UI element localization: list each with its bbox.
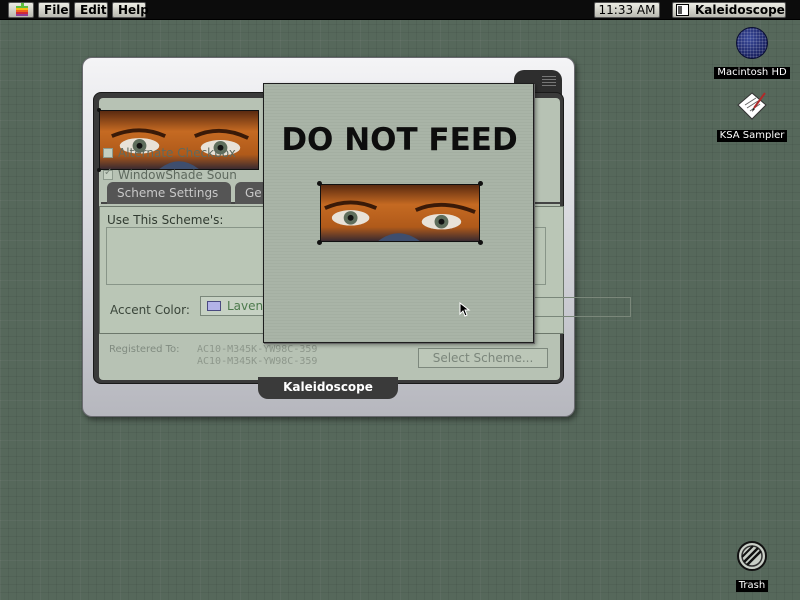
checkbox-label: Alternate Checkbox [118,146,236,160]
color-swatch-icon [207,301,221,311]
help-menu[interactable]: Help [112,2,149,18]
application-menu[interactable]: Kaleidoscope [672,2,786,18]
trash-icon [736,540,768,572]
select-scheme-button[interactable]: Select Scheme... [418,348,548,368]
checkbox[interactable] [103,167,113,180]
corner-dot [317,181,322,186]
accent-color-row: Accent Color: Laven [110,296,310,318]
registered-to-label: Registered To: [109,344,180,355]
document-icon [736,90,768,122]
registration-code-2: AC10-M345K-YW98C-359 [197,356,318,367]
apple-menu-icon[interactable] [8,2,34,18]
checkbox[interactable] [103,148,113,158]
corner-dot [317,240,322,245]
edit-menu[interactable]: Edit [74,2,108,18]
control-panel-title: Kaleidoscope [258,377,398,399]
macintosh-hd-label: Macintosh HD [714,67,790,79]
hard-drive-icon [736,27,768,59]
mouse-cursor-icon [459,301,471,322]
scheme-preview-image [97,108,259,172]
eyes-image [317,181,483,245]
kaleidoscope-app-icon [676,4,689,16]
accent-color-label: Accent Color: [110,303,190,317]
group-title: Use This Scheme's: [107,213,224,227]
menu-clock[interactable]: 11:33 AM [594,2,660,18]
file-menu[interactable]: File [38,2,70,18]
ksa-sampler-desktop-icon[interactable]: KSA Sampler [712,90,792,142]
registration-code-1: AC10-M345K-YW98C-359 [197,344,318,355]
corner-dot [478,240,483,245]
do-not-feed-window[interactable]: DO NOT FEED [263,83,534,343]
accent-color-value: Laven [227,299,264,313]
trash-label: Trash [735,580,769,592]
checkbox-label: WindowShade Soun [118,168,237,182]
application-menu-label: Kaleidoscope [695,3,785,17]
trash-desktop-icon[interactable]: Trash [712,540,792,592]
do-not-feed-title: DO NOT FEED [281,122,518,158]
windowshade-sound-option[interactable]: WindowShade Soun [103,167,237,182]
macintosh-hd-desktop-icon[interactable]: Macintosh HD [712,27,792,79]
popup-edge [529,297,631,317]
corner-dot [478,181,483,186]
menu-bar: File Edit Help 11:33 AM Kaleidoscope [0,0,800,20]
alternate-checkbox-option[interactable]: Alternate Checkbox [103,146,236,160]
tab-scheme-settings[interactable]: Scheme Settings [107,182,231,204]
ksa-sampler-label: KSA Sampler [716,130,788,142]
